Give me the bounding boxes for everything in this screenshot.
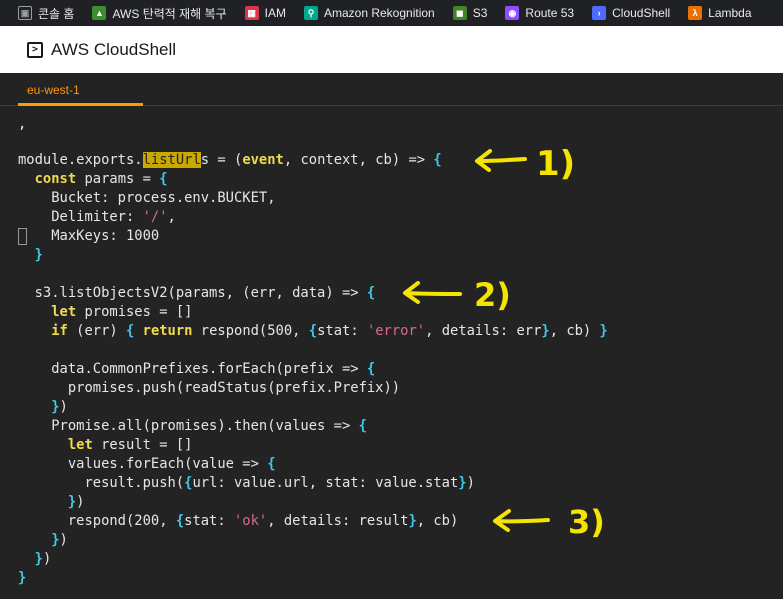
tab-label: eu-west-1 <box>27 82 80 97</box>
annotation-label-1: 1) <box>536 144 575 184</box>
code-line: } <box>34 247 43 263</box>
code-line: let result = [] <box>67 437 193 453</box>
code-line: s3.listObjectsV2(params, (err, data) => … <box>18 285 376 301</box>
code-line: promises.push(readStatus(prefix.Prefix)) <box>18 380 401 396</box>
bookmark-label: S3 <box>472 6 488 20</box>
bookmark-label: Amazon Rekognition <box>323 6 435 20</box>
tab-eu-west-1[interactable]: eu-west-1 <box>18 73 143 106</box>
code-line: }) <box>51 399 68 415</box>
bookmarks-bar: ▣ 콘솔 홈 ▲ AWS 탄력적 재해 복구 ▦ IAM ⚲ Amazon Re… <box>0 0 783 26</box>
page-title: AWS CloudShell <box>51 39 177 59</box>
bookmark-label: 콘솔 홈 <box>38 6 75 21</box>
annotation-arrow-2: 2) <box>403 276 511 314</box>
iam-icon: ▦ <box>244 6 259 20</box>
code-line: MaxKeys: 1000 <box>18 228 160 244</box>
bookmark-label: Route 53 <box>525 6 575 20</box>
code-line: Bucket: process.env.BUCKET, <box>18 190 276 206</box>
code-line: module.exports.listUrls = (event, contex… <box>18 152 442 168</box>
cloudshell-header: > AWS CloudShell <box>0 26 783 73</box>
bookmark-console-home[interactable]: ▣ 콘솔 홈 <box>18 0 74 26</box>
drs-icon: ▲ <box>92 6 107 20</box>
code-line: }) <box>67 494 85 510</box>
code-line: values.forEach(value => { <box>18 456 276 472</box>
bookmark-label: IAM <box>264 6 286 20</box>
bookmark-route53[interactable]: ◉ Route 53 <box>505 0 574 26</box>
terminal[interactable]: , module.exports.listUrls = (event, cont… <box>0 107 783 599</box>
bookmark-lambda[interactable]: λ Lambda <box>688 0 752 26</box>
bookmark-label: Lambda <box>708 6 752 20</box>
lambda-icon: λ <box>688 6 703 20</box>
code-line: if (err) { return respond(500, {stat: 'e… <box>51 323 608 339</box>
rekognition-icon: ⚲ <box>303 6 318 20</box>
code-line: , <box>18 116 27 132</box>
code-line: }) <box>51 532 68 548</box>
active-tab-indicator <box>18 103 143 106</box>
cube-icon: ▣ <box>18 6 32 20</box>
annotation-label-2: 2) <box>474 276 511 314</box>
annotation-arrow-1: 1) <box>475 144 575 184</box>
bookmark-rekognition[interactable]: ⚲ Amazon Rekognition <box>303 0 435 26</box>
code-line: Promise.all(promises).then(values => { <box>18 418 367 434</box>
annotation-arrow-3: 3) <box>493 503 605 541</box>
code-line: data.CommonPrefixes.forEach(prefix => { <box>18 361 376 377</box>
code-line: result.push({url: value.url, stat: value… <box>18 475 475 491</box>
session-tabs: eu-west-1 <box>0 73 783 106</box>
bookmark-label: CloudShell <box>612 6 671 20</box>
bookmark-iam[interactable]: ▦ IAM <box>244 0 286 26</box>
code-line: respond(200, {stat: 'ok', details: resul… <box>18 513 459 529</box>
search-highlight: listUrl <box>142 152 201 168</box>
route53-icon: ◉ <box>505 6 520 20</box>
bookmark-label: AWS 탄력적 재해 복구 <box>112 6 227 21</box>
bookmark-s3[interactable]: ◼ S3 <box>452 0 488 26</box>
code-line: }) <box>34 551 52 567</box>
code-line: Delimiter: '/', <box>18 209 176 225</box>
annotation-label-3: 3) <box>568 503 605 541</box>
code-line: } <box>18 570 27 586</box>
s3-icon: ◼ <box>452 6 467 20</box>
code-line: let promises = [] <box>51 304 193 320</box>
terminal-icon: > <box>27 41 43 58</box>
cloudshell-icon: › <box>592 6 607 20</box>
code-line: const params = { <box>34 171 168 187</box>
terminal-cursor <box>18 228 27 245</box>
bookmark-cloudshell[interactable]: › CloudShell <box>592 0 670 26</box>
bookmark-drs[interactable]: ▲ AWS 탄력적 재해 복구 <box>92 0 227 26</box>
